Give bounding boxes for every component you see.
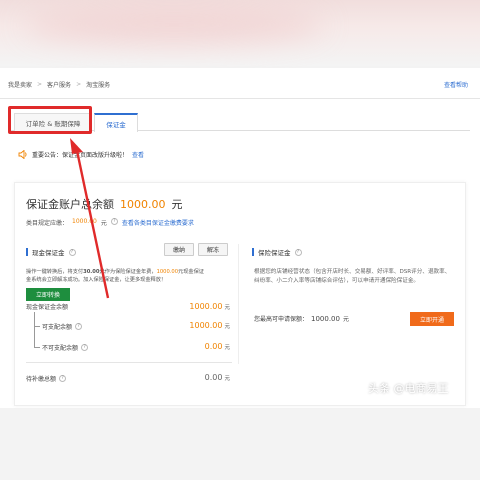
required-label: 类目规定应缴： xyxy=(26,220,69,227)
help-icon[interactable]: ? xyxy=(110,218,118,225)
balance-title: 保证金账户总余额 1000.00 元 xyxy=(26,196,183,212)
available-balance-label-text: 可支配余额 xyxy=(42,324,73,331)
convert-desc-part: 元现金保证 xyxy=(178,269,204,275)
help-link[interactable]: 查看帮助 xyxy=(444,80,468,89)
tree-connector xyxy=(34,347,40,348)
convert-desc-line2: 金系统会立即解冻成功。加入保险保证金，让更多现金释放！ xyxy=(26,277,167,283)
row-divider xyxy=(26,362,232,363)
pending-label-text: 待补缴总额 xyxy=(26,376,57,383)
cash-section-header: 现金保证金 ? xyxy=(26,247,76,257)
insurance-max-unit: 元 xyxy=(342,316,349,323)
convert-fee: 30.00元 xyxy=(83,269,105,275)
help-icon[interactable]: ? xyxy=(81,344,89,351)
tab-deposit[interactable]: 保证金 xyxy=(94,113,138,132)
breadcrumb-item-customer-service[interactable]: 客户服务 xyxy=(47,80,71,89)
unavailable-balance-label: 不可支配余额 ? xyxy=(42,343,89,352)
available-balance-unit: 元 xyxy=(224,324,230,330)
insurance-section-title: 保险保证金 xyxy=(258,249,291,257)
highlight-annotation-box xyxy=(8,106,92,134)
balance-unit: 元 xyxy=(171,198,183,211)
notice-bar: 重要公告：保证金页面改版升级啦！ 查看 xyxy=(18,150,144,159)
insurance-max-value: 1000.00 xyxy=(311,314,340,323)
tree-connector xyxy=(34,326,40,327)
insurance-max-label: 您最高可申请保额： xyxy=(254,316,309,323)
pending-unit: 元 xyxy=(224,376,230,382)
cash-balance-label-text: 现金保证金余额 xyxy=(26,304,69,311)
cash-balance-unit: 元 xyxy=(224,305,230,311)
insurance-description: 根据您的店铺经营状态（包含开店时长、交易额、好评率、DSR评分、退款率、纠纷率、… xyxy=(254,269,451,284)
section-marker xyxy=(26,248,28,256)
blurred-header xyxy=(0,0,480,66)
convert-desc-part: 操作一键转换后，将支付 xyxy=(26,269,84,275)
available-balance-value: 1000.00 元 xyxy=(150,321,230,330)
unavailable-balance-value: 0.00 元 xyxy=(150,342,230,351)
convert-amount: 1000.00 xyxy=(156,269,179,275)
cash-balance-amount: 1000.00 xyxy=(189,302,223,311)
section-divider xyxy=(238,244,239,364)
insurance-max-line: 您最高可申请保额： 1000.00 元 xyxy=(254,314,349,324)
help-icon[interactable]: ? xyxy=(294,248,302,256)
convert-description: 操作一键转换后，将支付30.00元作为保险保证金年费，1000.00元现金保证 … xyxy=(26,268,236,284)
balance-amount: 1000.00 xyxy=(120,198,166,211)
pending-value: 0.00 元 xyxy=(150,373,230,382)
required-amount: 1000.00 xyxy=(72,218,97,225)
tree-connector xyxy=(34,312,35,348)
section-marker xyxy=(252,248,254,256)
pay-button[interactable]: 缴纳 xyxy=(164,243,194,256)
breadcrumb-item-seller[interactable]: 我是卖家 xyxy=(8,80,32,89)
cash-section-title: 现金保证金 xyxy=(32,249,65,257)
watermark: 头条 @电商易王 xyxy=(368,382,449,395)
insurance-section-header: 保险保证金 ? xyxy=(252,247,302,257)
help-icon[interactable]: ? xyxy=(75,323,83,330)
pending-amount: 0.00 xyxy=(204,373,223,382)
speaker-icon xyxy=(18,150,27,159)
unavailable-balance-label-text: 不可支配余额 xyxy=(42,345,79,352)
balance-label: 保证金账户总余额 xyxy=(26,198,114,211)
breadcrumb-item-taobao-service[interactable]: 淘宝服务 xyxy=(86,80,110,89)
pending-label: 待补缴总额 ? xyxy=(26,374,67,383)
notice-text: 重要公告：保证金页面改版升级啦！ xyxy=(32,152,129,159)
open-now-button[interactable]: 立即开通 xyxy=(410,312,454,326)
help-icon[interactable]: ? xyxy=(68,248,76,256)
requirement-link[interactable]: 查看各类目保证金缴费要求 xyxy=(122,218,194,227)
available-balance-amount: 1000.00 xyxy=(189,321,223,330)
deposit-card xyxy=(14,182,466,406)
required-line: 类目规定应缴： 1000.00 元 ? 查看各类目保证金缴费要求 xyxy=(26,218,194,227)
unavailable-balance-unit: 元 xyxy=(224,345,230,351)
breadcrumb-separator: > xyxy=(76,81,82,88)
header-divider xyxy=(0,98,480,99)
unavailable-balance-amount: 0.00 xyxy=(204,342,223,351)
unfreeze-button[interactable]: 解冻 xyxy=(198,243,228,256)
convert-desc-part: 作为保险保证金年费， xyxy=(104,269,157,275)
cash-balance-label: 现金保证金余额 xyxy=(26,302,68,311)
required-unit: 元 xyxy=(100,220,107,227)
main-page: 我是卖家 > 客户服务 > 淘宝服务 查看帮助 订单险 & 账期保障 保证金 重… xyxy=(0,68,480,408)
available-balance-label: 可支配余额 ? xyxy=(42,322,83,331)
help-icon[interactable]: ? xyxy=(59,375,67,382)
convert-now-button[interactable]: 立即转换 xyxy=(26,288,70,301)
breadcrumb-separator: > xyxy=(37,81,43,88)
cash-balance-value: 1000.00 元 xyxy=(150,302,230,311)
breadcrumb: 我是卖家 > 客户服务 > 淘宝服务 xyxy=(8,80,110,89)
notice-link[interactable]: 查看 xyxy=(132,150,144,159)
